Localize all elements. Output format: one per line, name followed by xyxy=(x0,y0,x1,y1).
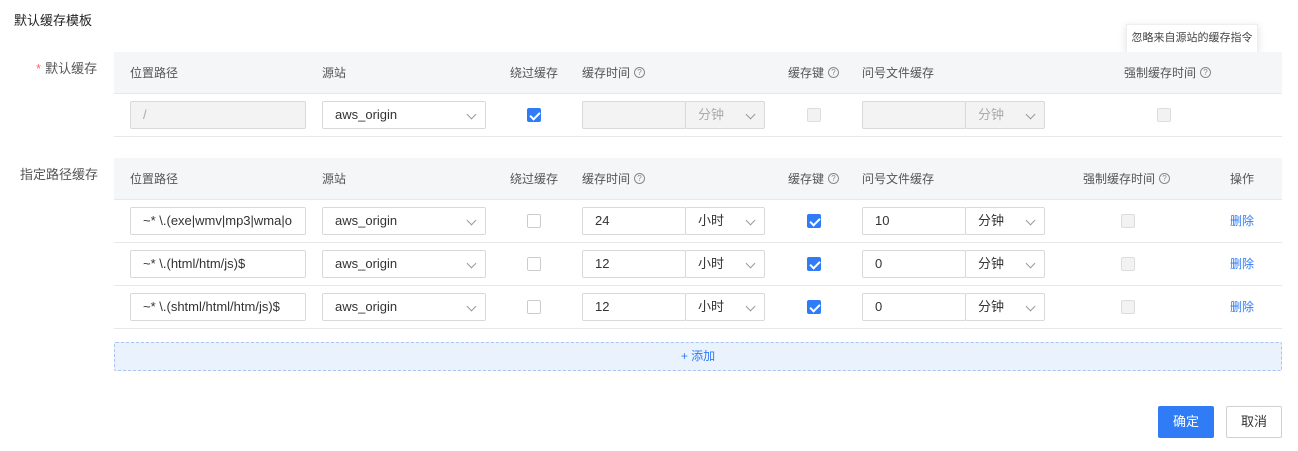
table-row: ~* \.(shtml/html/htm/js)$ aws_origin 12 … xyxy=(114,286,1282,329)
query-cache-unit-select[interactable]: 分钟 xyxy=(965,293,1045,321)
cache-time-unit-select[interactable]: 小时 xyxy=(685,293,765,321)
help-icon[interactable]: ? xyxy=(634,67,646,79)
col-query-cache: 问号文件缓存 xyxy=(862,66,935,80)
query-cache-unit-select[interactable]: 分钟 xyxy=(965,101,1045,129)
col-path: 位置路径 xyxy=(130,66,179,80)
cache-key-checkbox[interactable] xyxy=(807,257,821,271)
default-cache-table: 位置路径 源站 绕过缓存 缓存时间? 缓存键? 问号文件缓存 强制缓存时间? /… xyxy=(114,52,1282,137)
path-cache-label: 指定路径缓存 xyxy=(20,167,99,182)
force-time-checkbox[interactable] xyxy=(1121,214,1135,228)
cache-key-checkbox[interactable] xyxy=(807,300,821,314)
chevron-down-icon xyxy=(466,301,477,312)
cache-key-checkbox[interactable] xyxy=(807,108,821,122)
path-input[interactable]: ~* \.(exe|wmv|mp3|wma|o xyxy=(130,207,306,235)
cache-time-unit-select[interactable]: 分钟 xyxy=(685,101,765,129)
query-cache-input[interactable] xyxy=(862,101,966,129)
table-header: 位置路径 源站 绕过缓存 缓存时间? 缓存键? 问号文件缓存 强制缓存时间? 操… xyxy=(114,158,1282,200)
force-time-checkbox[interactable] xyxy=(1121,257,1135,271)
delete-button[interactable]: 删除 xyxy=(1230,243,1254,286)
cache-time-unit-select[interactable]: 小时 xyxy=(685,250,765,278)
col-cache-key: 缓存键? xyxy=(788,52,840,94)
chevron-down-icon xyxy=(1025,109,1036,120)
table-row: ~* \.(html/htm/js)$ aws_origin 12 小时 0 分… xyxy=(114,243,1282,286)
origin-select[interactable]: aws_origin xyxy=(322,101,486,129)
tooltip: 忽略来自源站的缓存指令 xyxy=(1126,24,1258,53)
col-query-cache: 问号文件缓存 xyxy=(862,172,935,186)
help-icon[interactable]: ? xyxy=(1159,173,1171,185)
col-cache-key: 缓存键? xyxy=(788,158,840,200)
path-cache-table: 位置路径 源站 绕过缓存 缓存时间? 缓存键? 问号文件缓存 强制缓存时间? 操… xyxy=(114,158,1282,329)
chevron-down-icon xyxy=(745,301,756,312)
chevron-down-icon xyxy=(745,109,756,120)
query-cache-unit-select[interactable]: 分钟 xyxy=(965,250,1045,278)
help-icon[interactable]: ? xyxy=(1200,67,1212,79)
chevron-down-icon xyxy=(466,109,477,120)
confirm-button[interactable]: 确定 xyxy=(1158,406,1214,438)
origin-select[interactable]: aws_origin xyxy=(322,207,486,235)
cache-time-input[interactable]: 12 xyxy=(582,250,686,278)
chevron-down-icon xyxy=(1025,301,1036,312)
cancel-button[interactable]: 取消 xyxy=(1226,406,1282,438)
bypass-checkbox[interactable] xyxy=(527,214,541,228)
required-mark: * xyxy=(36,61,42,76)
chevron-down-icon xyxy=(745,258,756,269)
cache-key-checkbox[interactable] xyxy=(807,214,821,228)
col-bypass: 绕过缓存 xyxy=(510,172,559,186)
query-cache-unit-select[interactable]: 分钟 xyxy=(965,207,1045,235)
col-force-time: 强制缓存时间? xyxy=(1083,158,1171,200)
table-header: 位置路径 源站 绕过缓存 缓存时间? 缓存键? 问号文件缓存 强制缓存时间? xyxy=(114,52,1282,94)
cache-time-input[interactable] xyxy=(582,101,686,129)
bypass-checkbox[interactable] xyxy=(527,257,541,271)
col-action: 操作 xyxy=(1230,172,1255,186)
cache-time-unit-select[interactable]: 小时 xyxy=(685,207,765,235)
default-cache-label: * 默认缓存 xyxy=(36,61,98,76)
col-cache-time: 缓存时间? xyxy=(582,52,646,94)
table-row: ~* \.(exe|wmv|mp3|wma|o aws_origin 24 小时… xyxy=(114,200,1282,243)
query-cache-input[interactable]: 0 xyxy=(862,293,966,321)
chevron-down-icon xyxy=(466,215,477,226)
col-force-time: 强制缓存时间? xyxy=(1124,52,1212,94)
table-row: / aws_origin 分钟 分钟 xyxy=(114,94,1282,137)
chevron-down-icon xyxy=(1025,258,1036,269)
delete-button[interactable]: 删除 xyxy=(1230,200,1254,243)
page-title: 默认缓存模板 xyxy=(14,13,93,28)
col-path: 位置路径 xyxy=(130,172,179,186)
col-origin: 源站 xyxy=(322,172,347,186)
bypass-checkbox[interactable] xyxy=(527,108,541,122)
origin-select[interactable]: aws_origin xyxy=(322,293,486,321)
path-input[interactable]: ~* \.(html/htm/js)$ xyxy=(130,250,306,278)
col-cache-time: 缓存时间? xyxy=(582,158,646,200)
delete-button[interactable]: 删除 xyxy=(1230,286,1254,329)
origin-select[interactable]: aws_origin xyxy=(322,250,486,278)
force-time-checkbox[interactable] xyxy=(1157,108,1171,122)
chevron-down-icon xyxy=(466,258,477,269)
path-input[interactable]: / xyxy=(130,101,306,129)
chevron-down-icon xyxy=(745,215,756,226)
help-icon[interactable]: ? xyxy=(828,67,840,79)
bypass-checkbox[interactable] xyxy=(527,300,541,314)
query-cache-input[interactable]: 10 xyxy=(862,207,966,235)
cache-time-input[interactable]: 24 xyxy=(582,207,686,235)
force-time-checkbox[interactable] xyxy=(1121,300,1135,314)
help-icon[interactable]: ? xyxy=(828,173,840,185)
cache-time-input[interactable]: 12 xyxy=(582,293,686,321)
query-cache-input[interactable]: 0 xyxy=(862,250,966,278)
help-icon[interactable]: ? xyxy=(634,173,646,185)
add-row-button[interactable]: + 添加 xyxy=(114,342,1282,371)
col-origin: 源站 xyxy=(322,66,347,80)
col-bypass: 绕过缓存 xyxy=(510,66,559,80)
path-input[interactable]: ~* \.(shtml/html/htm/js)$ xyxy=(130,293,306,321)
chevron-down-icon xyxy=(1025,215,1036,226)
